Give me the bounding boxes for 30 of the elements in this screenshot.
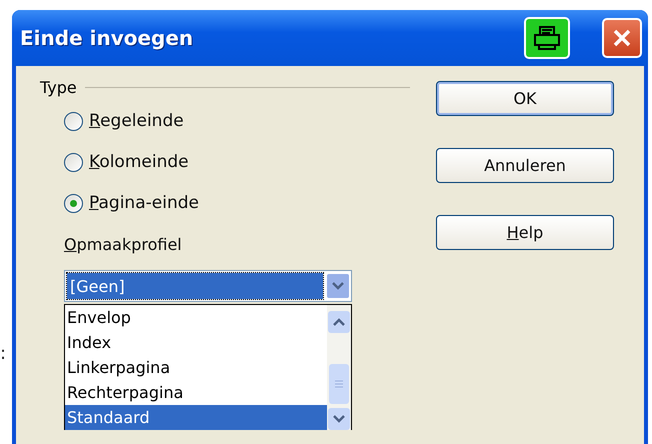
- printer-icon: [532, 25, 562, 51]
- list-item[interactable]: Rechterpagina: [65, 380, 327, 405]
- background-text: :: [0, 343, 6, 364]
- radio-option[interactable]: Regeleinde: [64, 111, 410, 131]
- close-button[interactable]: [602, 18, 642, 58]
- dialog-button[interactable]: OK: [436, 81, 614, 116]
- close-icon: [612, 28, 632, 48]
- scroll-down-button[interactable]: [328, 408, 350, 430]
- window-title: Einde invoegen: [20, 26, 194, 50]
- list-item[interactable]: Standaard: [65, 405, 327, 430]
- dropdown-button[interactable]: [327, 274, 349, 298]
- radio-option[interactable]: Kolomeinde: [64, 152, 410, 172]
- scroll-up-button[interactable]: [328, 311, 350, 333]
- dropdown-value: [Geen]: [67, 273, 323, 299]
- list-item[interactable]: Index: [65, 330, 327, 355]
- field-label: Opmaakprofiel: [64, 235, 183, 254]
- list-item[interactable]: Linkerpagina: [65, 355, 327, 380]
- list-item[interactable]: Envelop: [65, 305, 327, 330]
- radio-label: Kolomeinde: [89, 152, 189, 172]
- group-label: Type: [40, 78, 77, 97]
- style-dropdown[interactable]: [Geen]: [64, 270, 352, 302]
- radio-label: Regeleinde: [89, 111, 184, 131]
- scroll-thumb[interactable]: [329, 364, 349, 404]
- radio-option[interactable]: Pagina-einde: [64, 193, 410, 213]
- radio-label: Pagina-einde: [89, 193, 199, 213]
- printer-button[interactable]: [524, 17, 570, 59]
- dialog-button[interactable]: Annuleren: [436, 148, 614, 183]
- dialog-button[interactable]: Help: [436, 215, 614, 250]
- grip-icon: [334, 379, 344, 389]
- scrollbar[interactable]: [327, 305, 351, 430]
